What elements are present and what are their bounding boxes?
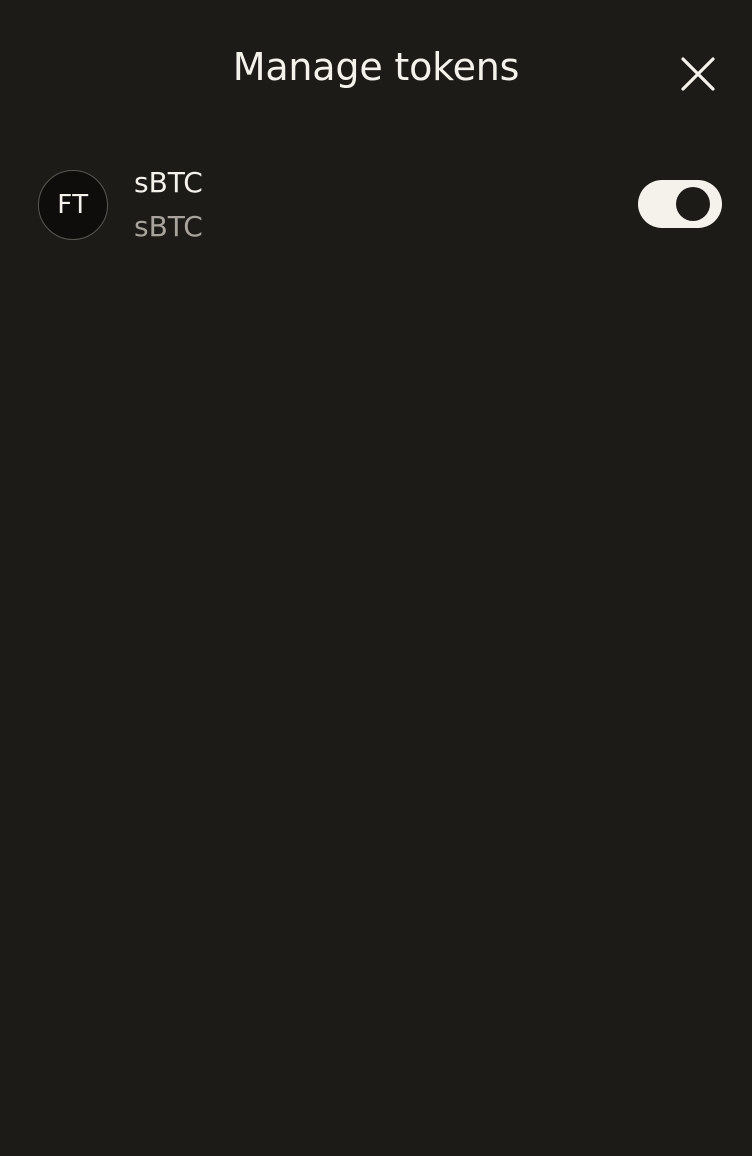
token-symbol: sBTC [134,210,203,243]
token-avatar: FT [38,170,108,240]
token-name: sBTC [134,166,203,199]
close-icon [681,57,715,91]
token-row: FT sBTC sBTC [0,156,752,256]
toggle-knob [676,187,710,221]
token-list: FT sBTC sBTC [0,156,752,256]
modal-header: Manage tokens [0,0,752,136]
close-button[interactable] [676,52,720,96]
page-title: Manage tokens [232,45,520,89]
token-visibility-toggle[interactable] [638,180,722,228]
